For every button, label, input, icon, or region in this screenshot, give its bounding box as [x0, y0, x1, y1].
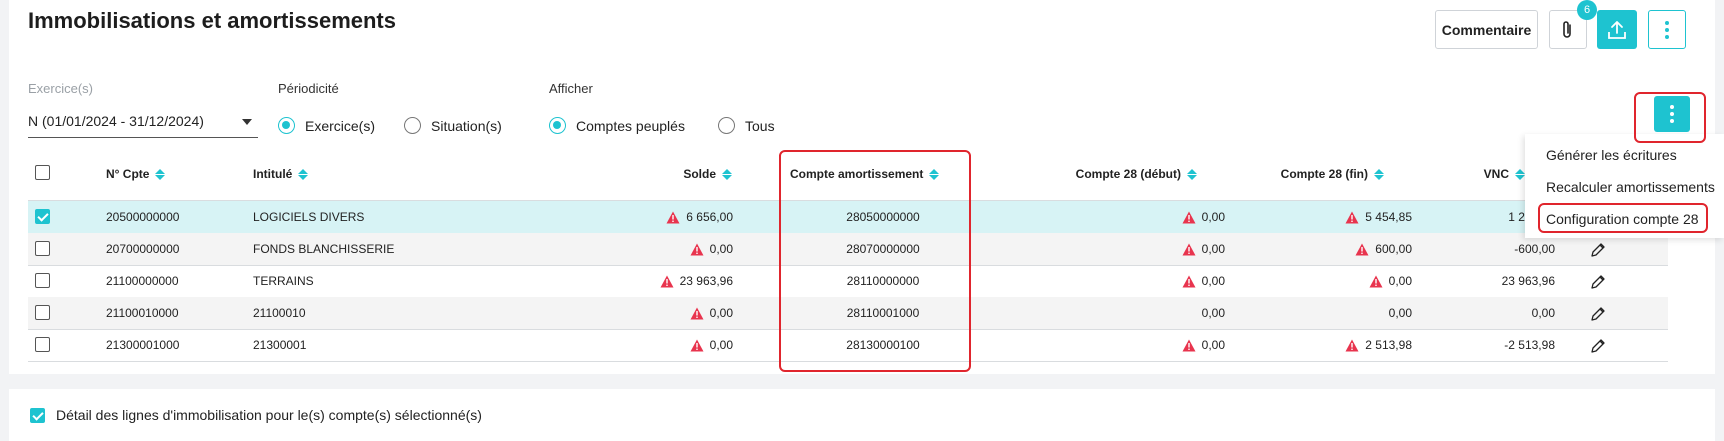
cell-compte28-fin: 600,00: [1258, 233, 1412, 265]
exercice-select[interactable]: N (01/01/2024 - 31/12/2024): [28, 110, 258, 138]
sort-icon: [1374, 168, 1384, 180]
menu-item-generer[interactable]: Générer les écritures: [1546, 147, 1677, 163]
detail-label: Détail des lignes d'immobilisation pour …: [56, 407, 482, 423]
warning-icon: [1345, 211, 1359, 223]
exercice-label: Exercice(s): [28, 81, 94, 96]
edit-pencil-icon[interactable]: [1590, 274, 1606, 290]
col-header-solde[interactable]: Solde: [600, 167, 732, 181]
sort-icon: [298, 168, 309, 180]
radio-exercices[interactable]: Exercice(s): [278, 117, 375, 134]
warning-icon: [690, 339, 704, 351]
col-header-compte28-fin[interactable]: Compte 28 (fin): [1200, 167, 1384, 181]
radio-label: Situation(s): [431, 117, 502, 134]
radio-label: Comptes peuplés: [576, 117, 685, 134]
row-checkbox[interactable]: [35, 305, 50, 320]
menu-item-recalculer[interactable]: Recalculer amortissements: [1546, 179, 1715, 195]
cell-intitule: TERRAINS: [253, 274, 314, 288]
edit-pencil-icon[interactable]: [1590, 338, 1606, 354]
highlight-configuration-compte-28: [1538, 203, 1708, 233]
warning-icon: [1182, 275, 1196, 287]
cell-compte28-fin: 0,00: [1388, 306, 1412, 320]
row-checkbox[interactable]: [35, 337, 50, 352]
cell-compte28-debut: 0,00: [1078, 233, 1225, 265]
radio-comptes-peuples[interactable]: Comptes peuplés: [549, 117, 685, 134]
cell-intitule: 21100010: [253, 306, 306, 320]
warning-icon: [660, 275, 674, 287]
caret-down-icon: [242, 119, 252, 125]
col-header-num[interactable]: N° Cpte: [106, 167, 166, 181]
row-checkbox[interactable]: [35, 209, 50, 224]
cell-compte28-debut: 0,00: [1078, 201, 1225, 233]
highlight-compte-amortissement: [779, 150, 971, 372]
sort-icon: [155, 168, 166, 180]
cell-vnc: -2 513,98: [1504, 338, 1555, 352]
cell-compte28-fin: 0,00: [1258, 265, 1412, 297]
warning-icon: [690, 243, 704, 255]
cell-compte28-fin: 2 513,98: [1258, 329, 1412, 361]
row-checkbox[interactable]: [35, 273, 50, 288]
cell-vnc: 23 963,96: [1501, 274, 1555, 288]
cell-num: 21100010000: [106, 306, 179, 320]
attachments-count-badge: 6: [1577, 0, 1597, 20]
export-button[interactable]: [1597, 10, 1637, 49]
comment-button[interactable]: Commentaire: [1435, 10, 1538, 49]
warning-icon: [1355, 243, 1369, 255]
cell-num: 21100000000: [106, 274, 179, 288]
radio-selected-icon: [278, 117, 295, 134]
warning-icon: [666, 211, 680, 223]
warning-icon: [1369, 275, 1383, 287]
select-all-checkbox[interactable]: [35, 165, 50, 180]
warning-icon: [1182, 211, 1196, 223]
row-checkbox[interactable]: [35, 241, 50, 256]
cell-num: 20700000000: [106, 242, 180, 256]
sort-icon: [722, 168, 732, 180]
upload-icon: [1608, 20, 1626, 39]
cell-vnc: 0,00: [1531, 306, 1555, 320]
cell-intitule: LOGICIELS DIVERS: [253, 210, 365, 224]
col-header-vnc[interactable]: VNC: [1400, 167, 1525, 181]
warning-icon: [1182, 339, 1196, 351]
cell-solde: 6 656,00: [588, 201, 733, 233]
sort-icon: [1187, 168, 1197, 180]
cell-solde: 0,00: [588, 297, 733, 329]
detail-checkbox[interactable]: [30, 408, 45, 423]
cell-compte28-debut: 0,00: [1201, 306, 1225, 320]
cell-num: 20500000000: [106, 210, 180, 224]
radio-selected-icon: [549, 117, 566, 134]
cell-solde: 0,00: [588, 233, 733, 265]
cell-intitule: 21300001: [253, 338, 307, 352]
radio-situations[interactable]: Situation(s): [404, 117, 502, 134]
cell-solde: 0,00: [588, 329, 733, 361]
warning-icon: [1345, 339, 1359, 351]
cell-num: 21300001000: [106, 338, 180, 352]
radio-unselected-icon: [404, 117, 421, 134]
cell-compte28-debut: 0,00: [1078, 265, 1225, 297]
page-title: Immobilisations et amortissements: [28, 8, 396, 33]
col-header-compte28-debut[interactable]: Compte 28 (début): [1000, 167, 1197, 181]
warning-icon: [690, 307, 704, 319]
periodicite-label: Périodicité: [278, 81, 339, 96]
cell-solde: 23 963,96: [588, 265, 733, 297]
cell-compte28-fin: 5 454,85: [1258, 201, 1412, 233]
more-options-button[interactable]: [1648, 10, 1686, 49]
edit-pencil-icon[interactable]: [1590, 306, 1606, 322]
warning-icon: [1182, 243, 1196, 255]
edit-pencil-icon[interactable]: [1590, 242, 1606, 258]
col-header-intitule[interactable]: Intitulé: [253, 167, 309, 181]
highlight-actions-button: [1634, 92, 1706, 143]
afficher-label: Afficher: [549, 81, 593, 96]
cell-compte28-debut: 0,00: [1078, 329, 1225, 361]
radio-label: Tous: [745, 117, 775, 134]
exercice-value: N (01/01/2024 - 31/12/2024): [28, 113, 204, 129]
cell-intitule: FONDS BLANCHISSERIE: [253, 242, 395, 256]
radio-label: Exercice(s): [305, 117, 376, 134]
radio-tous[interactable]: Tous: [718, 117, 775, 134]
paperclip-icon: [1563, 20, 1571, 38]
sort-icon: [1515, 168, 1525, 180]
more-vertical-icon: [1665, 20, 1669, 39]
radio-unselected-icon: [718, 117, 735, 134]
